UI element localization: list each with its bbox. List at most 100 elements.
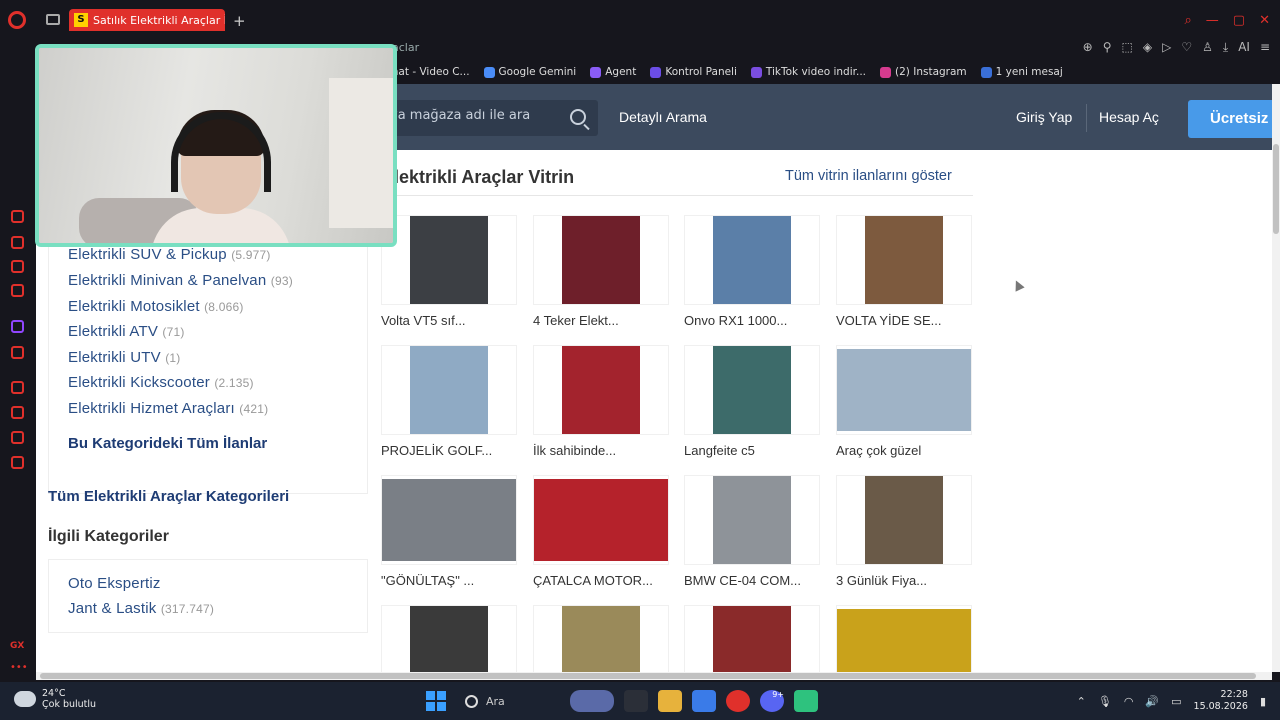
- listing-image: [533, 475, 669, 565]
- listing-title: Langfeite c5: [684, 443, 755, 458]
- file-explorer-icon[interactable]: [658, 690, 682, 712]
- settings-icon[interactable]: [11, 456, 24, 469]
- category-item[interactable]: Elektrikli Minivan & Panelvan (93): [68, 272, 293, 289]
- bookmark-item[interactable]: TikTok video indir...: [750, 66, 866, 78]
- category-item[interactable]: Elektrikli Hizmet Araçları (421): [68, 400, 268, 417]
- download-icon[interactable]: ⤓: [1223, 40, 1228, 55]
- weather-widget[interactable]: 24°C Çok bulutlu: [14, 688, 96, 710]
- maximize-button[interactable]: ▢: [1233, 13, 1245, 28]
- snapshot-icon[interactable]: ⬚: [1122, 40, 1133, 55]
- battery-icon[interactable]: ▭: [1171, 695, 1181, 708]
- zoom-icon[interactable]: ⊕: [1083, 40, 1093, 55]
- listing-image: [836, 605, 972, 672]
- scrollbar-thumb[interactable]: [1273, 144, 1279, 234]
- listing-image: [381, 475, 517, 565]
- vertical-scrollbar[interactable]: [1272, 84, 1280, 672]
- listing-card[interactable]: [533, 605, 669, 672]
- listing-photo: [837, 609, 971, 672]
- listing-card[interactable]: İlk sahibinde...: [533, 345, 669, 458]
- listing-card[interactable]: [836, 605, 972, 672]
- category-item[interactable]: Elektrikli Kickscooter (2.135): [68, 374, 254, 391]
- speed-dial-icon[interactable]: [11, 210, 24, 223]
- listing-card[interactable]: "GÖNÜLTAŞ" ...: [381, 475, 517, 588]
- time: 22:28: [1220, 689, 1248, 700]
- profile-icon[interactable]: ♙: [1202, 40, 1213, 55]
- all-in-category-link[interactable]: Bu Kategorideki Tüm İlanlar: [68, 435, 267, 452]
- volume-icon[interactable]: 🔊: [1145, 695, 1159, 708]
- minimize-button[interactable]: —: [1206, 13, 1219, 28]
- opera-gx-icon[interactable]: [726, 690, 750, 712]
- app-icon[interactable]: [692, 690, 716, 712]
- taskbar-search[interactable]: Ara: [456, 689, 560, 713]
- related-categories-title: İlgili Kategoriler: [48, 528, 169, 545]
- wallet-icon[interactable]: [11, 260, 24, 273]
- heart-icon[interactable]: ♡: [1181, 40, 1192, 55]
- scrollbar-thumb[interactable]: [40, 673, 1256, 679]
- related-item[interactable]: Jant & Lastik (317.747): [68, 600, 214, 617]
- new-tab-button[interactable]: +: [233, 12, 246, 30]
- listing-card[interactable]: PROJELİK GOLF...: [381, 345, 517, 458]
- all-categories-link[interactable]: Tüm Elektrikli Araçlar Kategorileri: [48, 488, 289, 505]
- listing-card[interactable]: Langfeite c5: [684, 345, 820, 458]
- close-window-button[interactable]: ✕: [1259, 13, 1270, 28]
- microphone-icon[interactable]: 🎙: [1098, 695, 1112, 708]
- search-tabs-icon[interactable]: ⌕: [1185, 13, 1192, 28]
- send-icon[interactable]: ▷: [1162, 40, 1171, 55]
- listing-card[interactable]: BMW CE-04 COM...: [684, 475, 820, 588]
- search-highlight-icon[interactable]: [570, 690, 614, 712]
- listing-card[interactable]: 3 Günlük Fiya...: [836, 475, 972, 588]
- bookmark-item[interactable]: Kontrol Paneli: [650, 66, 737, 78]
- gx-corner-icon[interactable]: [11, 284, 24, 297]
- menu-icon[interactable]: ≡: [1260, 40, 1270, 55]
- bookmark-item[interactable]: chat - Video C...: [386, 66, 470, 78]
- bookmark-item[interactable]: 1 yeni mesaj: [980, 66, 1063, 78]
- bookmark-item[interactable]: Agent: [590, 66, 636, 78]
- category-item[interactable]: Elektrikli ATV (71): [68, 323, 185, 340]
- notification-icon[interactable]: ▮: [1260, 695, 1266, 708]
- chevron-up-icon[interactable]: ⌃: [1077, 695, 1086, 708]
- horizontal-scrollbar[interactable]: [36, 672, 1272, 680]
- register-link[interactable]: Hesap Aç: [1099, 109, 1159, 125]
- listing-card[interactable]: Araç çok güzel: [836, 345, 972, 458]
- search-input[interactable]: [382, 108, 558, 123]
- listing-card[interactable]: Volta VT5 sıf...: [381, 215, 517, 328]
- listing-card[interactable]: Onvo RX1 1000...: [684, 215, 820, 328]
- listing-card[interactable]: [381, 605, 517, 672]
- ai-button[interactable]: AI: [1238, 40, 1250, 55]
- history-icon[interactable]: [11, 406, 24, 419]
- tab-switcher-icon[interactable]: [46, 14, 60, 25]
- shield-icon[interactable]: ◈: [1143, 40, 1152, 55]
- more-icon[interactable]: •••: [10, 662, 28, 673]
- listing-title: VOLTA YİDE SE...: [836, 313, 942, 328]
- game-icon[interactable]: [794, 690, 818, 712]
- show-all-vitrin-link[interactable]: Tüm vitrin ilanlarını göster: [785, 168, 952, 184]
- percent-icon[interactable]: [11, 346, 24, 359]
- category-item[interactable]: Elektrikli SUV & Pickup (5.977): [68, 246, 271, 263]
- discord-icon[interactable]: 9+: [760, 690, 784, 712]
- login-link[interactable]: Giriş Yap: [1016, 109, 1072, 125]
- browser-sidebar: GX •••: [0, 36, 34, 682]
- player-icon[interactable]: [11, 381, 24, 394]
- extensions-icon[interactable]: [11, 431, 24, 444]
- twitch-icon[interactable]: [11, 320, 24, 333]
- category-item[interactable]: Elektrikli UTV (1): [68, 349, 180, 366]
- bookmark-item[interactable]: Google Gemini: [483, 66, 576, 78]
- listing-card[interactable]: VOLTA YİDE SE...: [836, 215, 972, 328]
- task-view-icon[interactable]: [624, 690, 648, 712]
- free-listing-button[interactable]: Ücretsiz: [1188, 100, 1272, 138]
- detailed-search-link[interactable]: Detaylı Arama: [619, 109, 707, 125]
- ai-sidebar-icon[interactable]: [11, 236, 24, 249]
- listing-card[interactable]: 4 Teker Elekt...: [533, 215, 669, 328]
- windows-start-icon[interactable]: [426, 691, 446, 711]
- search-icon[interactable]: [570, 109, 586, 125]
- wifi-icon[interactable]: ◠: [1124, 695, 1134, 708]
- related-item[interactable]: Oto Ekspertiz: [68, 575, 161, 592]
- category-item[interactable]: Elektrikli Motosiklet (8.066): [68, 298, 244, 315]
- active-tab[interactable]: S Satılık Elektrikli Araçlar İlan: [69, 9, 225, 31]
- bookmark-item[interactable]: (2) Instagram: [880, 66, 967, 78]
- listing-card[interactable]: ÇATALCA MOTOR...: [533, 475, 669, 588]
- clock[interactable]: 22:28 15.08.2026: [1194, 689, 1248, 713]
- opera-logo-icon[interactable]: [8, 11, 26, 29]
- listing-card[interactable]: [684, 605, 820, 672]
- pin-icon[interactable]: ⚲: [1103, 40, 1112, 55]
